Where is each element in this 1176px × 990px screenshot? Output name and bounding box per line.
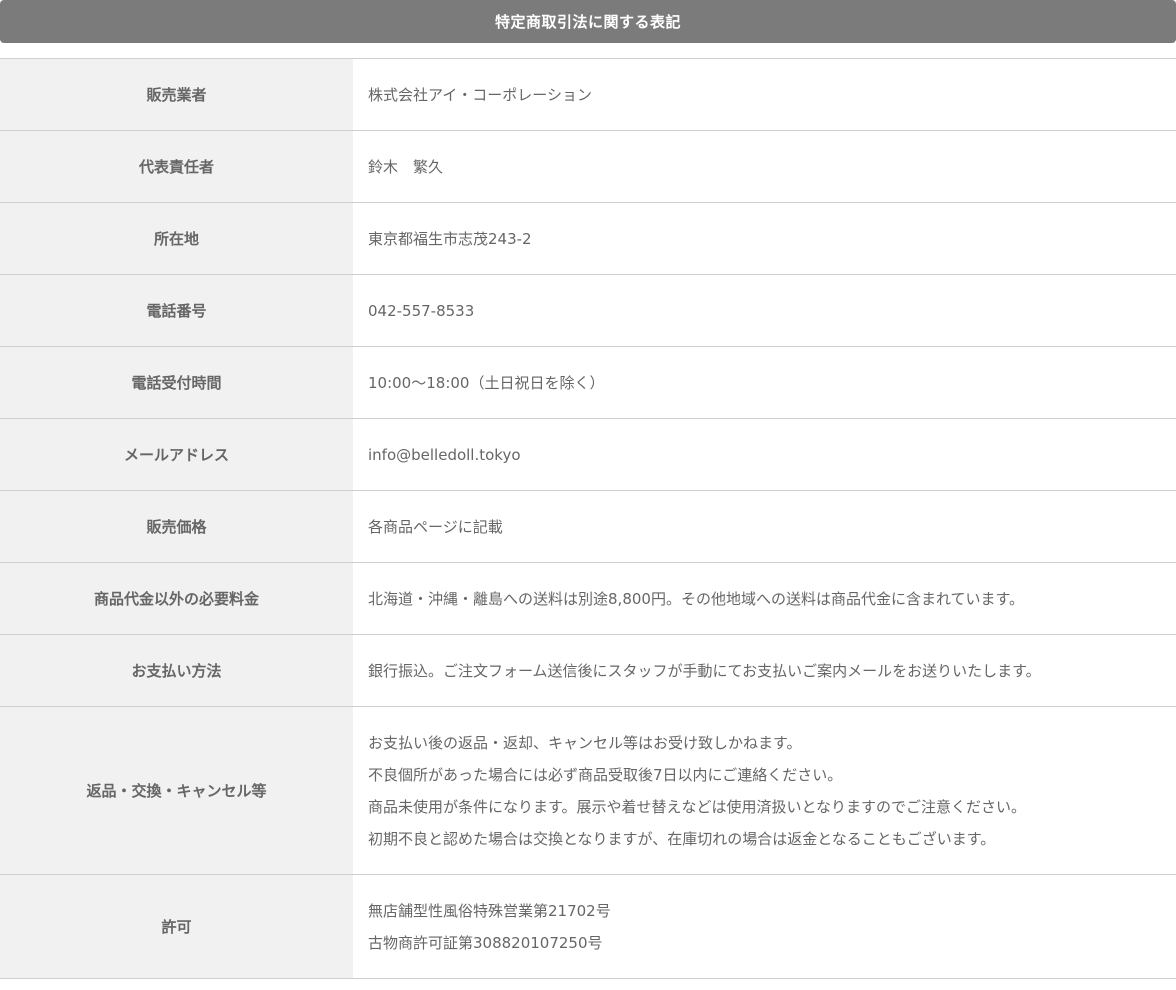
value-line: 042-557-8533 — [368, 301, 475, 320]
row-value: 北海道・沖縄・離島への送料は別途8,800円。その他地域への送料は商品代金に含ま… — [353, 562, 1176, 635]
row-label: 電話受付時間 — [0, 346, 353, 419]
value-line: お支払い後の返品・返却、キャンセル等はお受け致しかねます。 — [368, 733, 802, 752]
row-value: 東京都福生市志茂243-2 — [353, 202, 1176, 275]
table-row: 所在地 東京都福生市志茂243-2 — [0, 202, 1176, 275]
row-label: メールアドレス — [0, 418, 353, 491]
value-line: 北海道・沖縄・離島への送料は別途8,800円。その他地域への送料は商品代金に含ま… — [368, 589, 1024, 608]
value-line: 初期不良と認めた場合は交換となりますが、在庫切れの場合は返金となることもございま… — [368, 829, 996, 848]
value-line: 商品未使用が条件になります。展示や着せ替えなどは使用済扱いとなりますのでご注意く… — [368, 797, 1027, 816]
section-title: 特定商取引法に関する表記 — [494, 13, 681, 31]
row-label: 電話番号 — [0, 274, 353, 347]
table-row: 販売業者 株式会社アイ・コーポレーション — [0, 58, 1176, 131]
table-row: 販売価格 各商品ページに記載 — [0, 490, 1176, 563]
table-row: 代表責任者 鈴木 繁久 — [0, 130, 1176, 203]
row-label: 代表責任者 — [0, 130, 353, 203]
table-row: 返品・交換・キャンセル等 お支払い後の返品・返却、キャンセル等はお受け致しかねま… — [0, 706, 1176, 875]
row-label: 所在地 — [0, 202, 353, 275]
row-value: 10:00～18:00（土日祝日を除く） — [353, 346, 1176, 419]
row-label: 販売価格 — [0, 490, 353, 563]
value-line: 10:00～18:00（土日祝日を除く） — [368, 373, 605, 392]
table-row: 許可 無店舗型性風俗特殊営業第21702号 古物商許可証第30882010725… — [0, 874, 1176, 979]
row-label: お支払い方法 — [0, 634, 353, 707]
row-value: 銀行振込。ご注文フォーム送信後にスタッフが手動にてお支払いご案内メールをお送りい… — [353, 634, 1176, 707]
row-value: 株式会社アイ・コーポレーション — [353, 58, 1176, 131]
table-row: 商品代金以外の必要料金 北海道・沖縄・離島への送料は別途8,800円。その他地域… — [0, 562, 1176, 635]
row-label: 許可 — [0, 874, 353, 979]
table-row: 電話番号 042-557-8533 — [0, 274, 1176, 347]
commercial-law-table: 販売業者 株式会社アイ・コーポレーション 代表責任者 鈴木 繁久 所在地 東京都… — [0, 58, 1176, 979]
value-line: 古物商許可証第308820107250号 — [368, 933, 603, 952]
value-line: 無店舗型性風俗特殊営業第21702号 — [368, 901, 611, 920]
value-line: 鈴木 繁久 — [368, 157, 444, 176]
row-label: 商品代金以外の必要料金 — [0, 562, 353, 635]
row-value: 無店舗型性風俗特殊営業第21702号 古物商許可証第308820107250号 — [353, 874, 1176, 979]
row-value: 042-557-8533 — [353, 274, 1176, 347]
row-value: info@belledoll.tokyo — [353, 418, 1176, 491]
row-label: 返品・交換・キャンセル等 — [0, 706, 353, 875]
email-value: info@belledoll.tokyo — [368, 445, 521, 464]
value-line: 銀行振込。ご注文フォーム送信後にスタッフが手動にてお支払いご案内メールをお送りい… — [368, 661, 1041, 680]
section-header: 特定商取引法に関する表記 — [0, 0, 1176, 43]
value-line: 株式会社アイ・コーポレーション — [368, 85, 592, 104]
table-row: お支払い方法 銀行振込。ご注文フォーム送信後にスタッフが手動にてお支払いご案内メ… — [0, 634, 1176, 707]
row-value: お支払い後の返品・返却、キャンセル等はお受け致しかねます。 不良個所があった場合… — [353, 706, 1176, 875]
value-line: 東京都福生市志茂243-2 — [368, 229, 532, 248]
row-value: 鈴木 繁久 — [353, 130, 1176, 203]
value-line: 各商品ページに記載 — [368, 517, 503, 536]
row-value: 各商品ページに記載 — [353, 490, 1176, 563]
page: 特定商取引法に関する表記 販売業者 株式会社アイ・コーポレーション 代表責任者 … — [0, 0, 1176, 990]
row-label: 販売業者 — [0, 58, 353, 131]
table-row: 電話受付時間 10:00～18:00（土日祝日を除く） — [0, 346, 1176, 419]
table-row: メールアドレス info@belledoll.tokyo — [0, 418, 1176, 491]
value-line: 不良個所があった場合には必ず商品受取後7日以内にご連絡ください。 — [368, 765, 843, 784]
